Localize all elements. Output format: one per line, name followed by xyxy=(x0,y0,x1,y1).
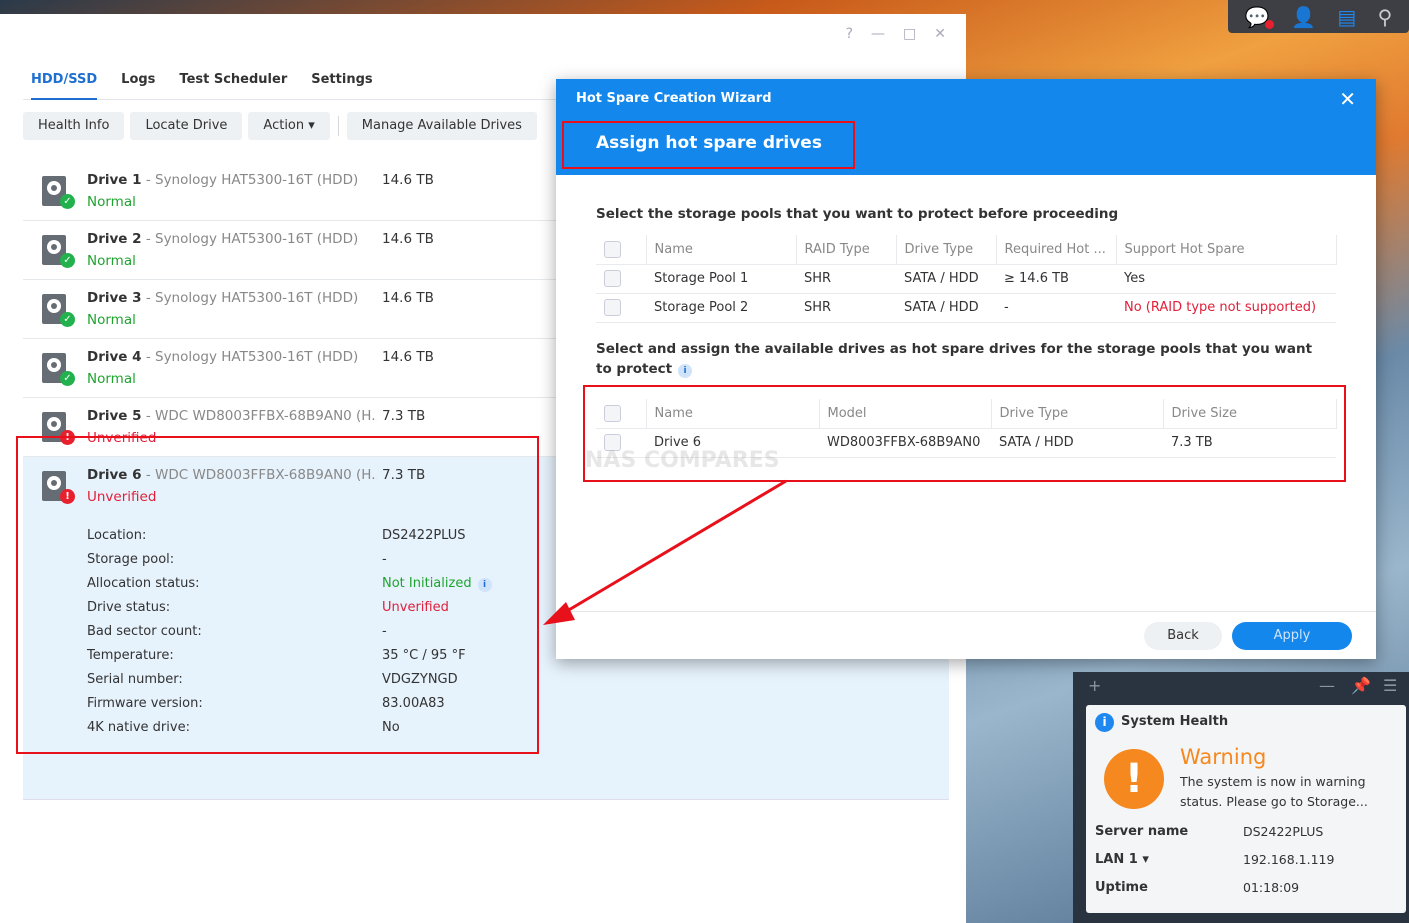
health-status: Warning xyxy=(1180,745,1267,769)
pin-icon[interactable]: 📌 xyxy=(1351,676,1371,695)
widget-title: System Health xyxy=(1121,714,1229,729)
collapse-icon[interactable]: ☰ xyxy=(1383,676,1397,695)
ip-value: 192.168.1.119 xyxy=(1243,852,1335,867)
server-name-label: Server name xyxy=(1095,824,1189,839)
warning-icon: ! xyxy=(1104,749,1164,809)
lan-dropdown[interactable]: LAN 1 ▾ xyxy=(1095,852,1149,867)
uptime-label: Uptime xyxy=(1095,880,1148,895)
minimize-icon[interactable]: — xyxy=(1319,676,1335,695)
server-name-value: DS2422PLUS xyxy=(1243,824,1324,839)
health-message[interactable]: The system is now in warning status. Ple… xyxy=(1180,772,1380,812)
info-icon: i xyxy=(1095,713,1114,732)
system-health-card: i System Health ! Warning The system is … xyxy=(1086,705,1406,913)
add-widget-icon[interactable]: + xyxy=(1088,676,1101,695)
system-health-widget-panel: + — 📌 ☰ i System Health ! Warning The sy… xyxy=(1073,672,1409,923)
uptime-value: 01:18:09 xyxy=(1243,880,1300,895)
